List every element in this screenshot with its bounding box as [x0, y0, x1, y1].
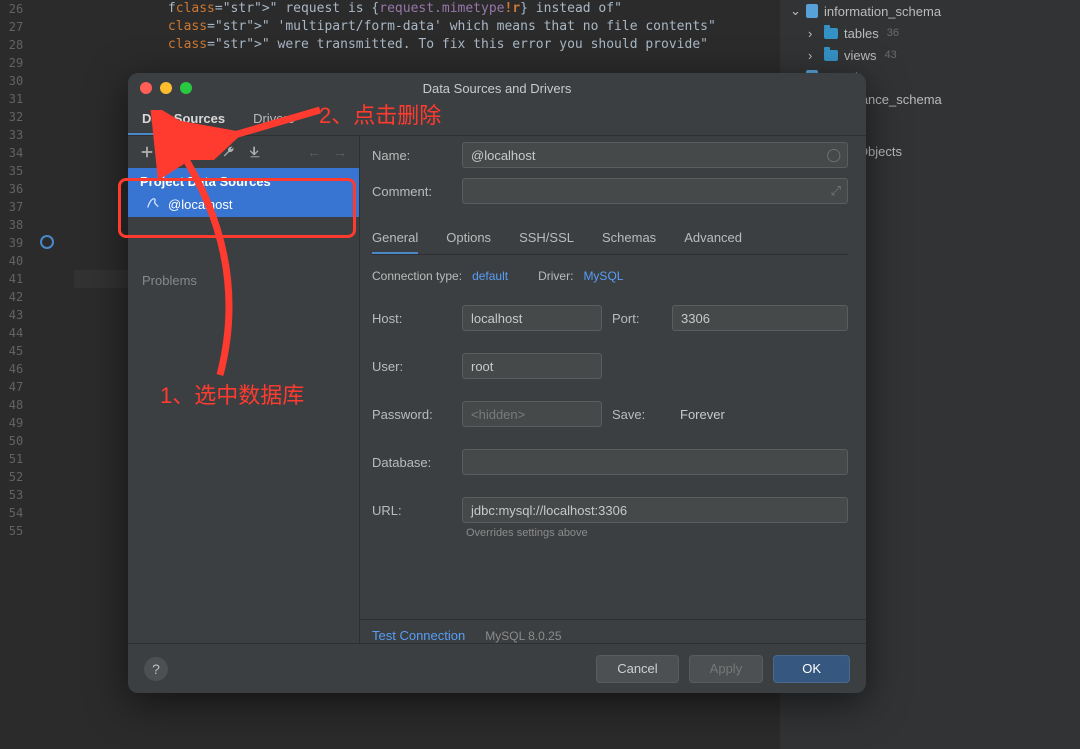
chevron-right-icon	[808, 26, 818, 41]
url-value: jdbc:mysql://localhost:3306	[471, 503, 627, 518]
redo-button[interactable]: →	[329, 141, 351, 163]
database-field[interactable]	[462, 449, 848, 475]
save-value: Forever	[680, 407, 725, 422]
dialog-titlebar: Data Sources and Drivers	[128, 73, 866, 103]
folder-icon	[824, 28, 838, 39]
dialog-left-panel: ← → Project Data Sources @localhost Prob…	[128, 136, 360, 643]
data-sources-dialog: Data Sources and Drivers Data Sources Dr…	[128, 73, 866, 693]
label-port: Port:	[612, 311, 662, 326]
connection-type-link[interactable]: default	[472, 269, 508, 283]
help-button[interactable]: ?	[144, 657, 168, 681]
dialog-title: Data Sources and Drivers	[128, 81, 866, 96]
label-user: User:	[372, 359, 452, 374]
name-field[interactable]: @localhost ◯	[462, 142, 848, 168]
data-source-label: @localhost	[168, 197, 233, 212]
apply-button[interactable]: Apply	[689, 655, 764, 683]
dialog-footer: ? Cancel Apply OK	[128, 643, 866, 693]
url-note: Overrides settings above	[466, 527, 848, 539]
tab-general[interactable]: General	[372, 222, 418, 254]
chevron-right-icon	[808, 48, 818, 63]
label-save: Save:	[612, 407, 662, 422]
line-gutter: 2627282930313233343536373839404142434445…	[0, 0, 70, 749]
count-badge: 36	[887, 27, 899, 39]
host-field[interactable]: localhost	[462, 305, 602, 331]
wrench-icon[interactable]	[218, 141, 240, 163]
section-header-project: Project Data Sources	[128, 168, 359, 191]
port-value: 3306	[681, 311, 710, 326]
label-connection-type: Connection type:	[372, 269, 462, 283]
url-field[interactable]: jdbc:mysql://localhost:3306	[462, 497, 848, 523]
save-select[interactable]: Forever	[672, 401, 848, 427]
color-picker-icon[interactable]: ◯	[826, 147, 841, 163]
label-password: Password:	[372, 407, 452, 422]
top-tabs: Data Sources Drivers	[128, 103, 866, 136]
user-value: root	[471, 359, 493, 374]
expand-icon[interactable]: ⤢	[831, 183, 841, 199]
import-button[interactable]	[244, 141, 266, 163]
label-comment: Comment:	[372, 184, 452, 199]
tree-node-tables[interactable]: tables 36	[780, 22, 1080, 44]
problems-item[interactable]: Problems	[128, 273, 359, 288]
left-toolbar: ← →	[128, 136, 359, 168]
tab-drivers[interactable]: Drivers	[239, 103, 308, 135]
count-badge: 43	[885, 49, 897, 61]
tab-ssh-ssl[interactable]: SSH/SSL	[519, 222, 574, 254]
data-source-item[interactable]: @localhost	[128, 191, 359, 217]
undo-button[interactable]: ←	[303, 141, 325, 163]
label-driver: Driver:	[538, 269, 573, 283]
settings-tabs: General Options SSH/SSL Schemas Advanced	[372, 222, 848, 255]
mysql-version-label: MySQL 8.0.25	[485, 629, 561, 643]
chevron-down-icon	[790, 3, 800, 19]
test-connection-link[interactable]: Test Connection	[372, 628, 465, 643]
name-value: @localhost	[471, 148, 536, 163]
remove-button[interactable]	[162, 141, 188, 163]
comment-field[interactable]: ⤢	[462, 178, 848, 204]
label-url: URL:	[372, 503, 452, 518]
driver-link[interactable]: MySQL	[583, 269, 623, 283]
label-name: Name:	[372, 148, 452, 163]
schema-icon	[806, 4, 818, 18]
tab-advanced[interactable]: Advanced	[684, 222, 742, 254]
tree-label: tables	[844, 26, 879, 41]
tree-node-schema[interactable]: information_schema	[780, 0, 1080, 22]
password-value: <hidden>	[471, 407, 525, 422]
mysql-icon	[146, 197, 160, 211]
user-field[interactable]: root	[462, 353, 602, 379]
tab-options[interactable]: Options	[446, 222, 491, 254]
ok-button[interactable]: OK	[773, 655, 850, 683]
copy-button[interactable]	[192, 141, 214, 163]
password-field[interactable]: <hidden>	[462, 401, 602, 427]
tree-label: views	[844, 48, 877, 63]
port-field[interactable]: 3306	[672, 305, 848, 331]
label-host: Host:	[372, 311, 452, 326]
tree-label: information_schema	[824, 4, 941, 19]
tab-schemas[interactable]: Schemas	[602, 222, 656, 254]
dialog-right-panel: Name: @localhost ◯ Comment: ⤢ General Op…	[360, 136, 866, 643]
folder-icon	[824, 50, 838, 61]
host-value: localhost	[471, 311, 522, 326]
label-database: Database:	[372, 455, 452, 470]
add-button[interactable]	[136, 141, 158, 163]
tab-data-sources[interactable]: Data Sources	[128, 103, 239, 135]
cancel-button[interactable]: Cancel	[596, 655, 678, 683]
project-data-sources-block: Project Data Sources @localhost	[128, 168, 359, 217]
tree-node-views[interactable]: views 43	[780, 44, 1080, 66]
